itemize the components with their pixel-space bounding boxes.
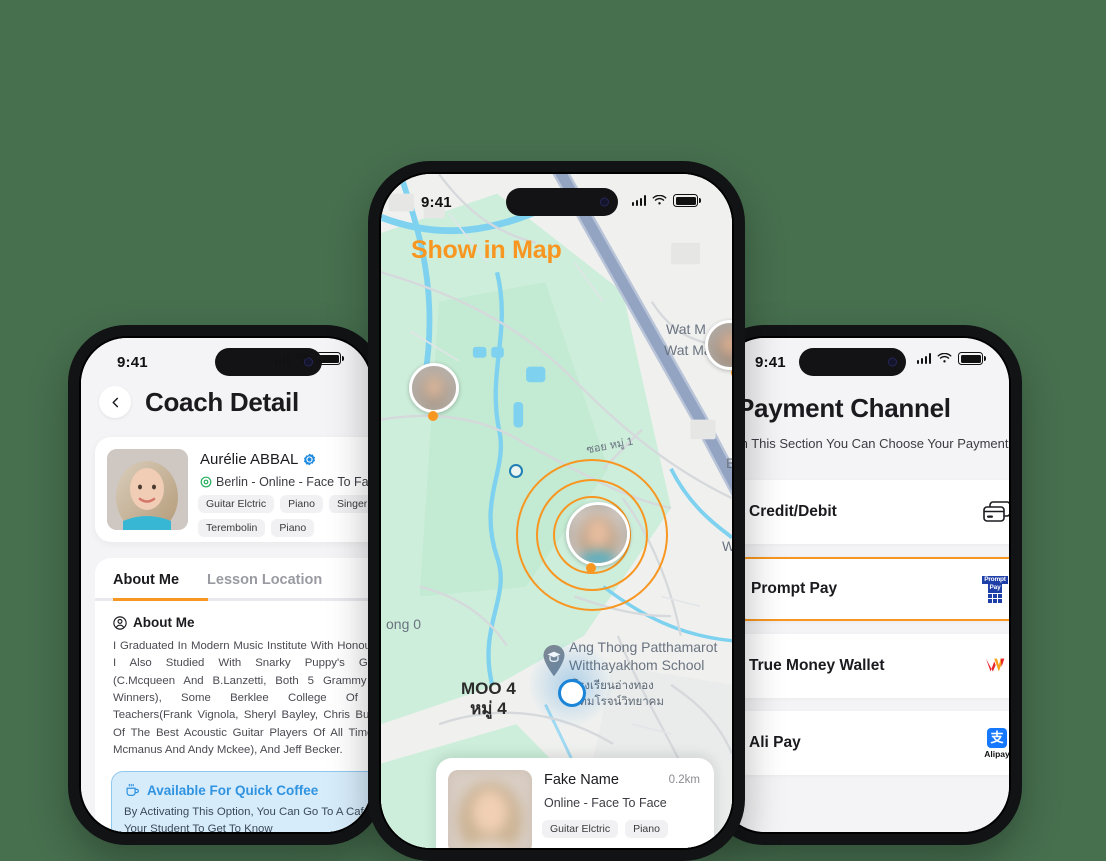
quick-coffee-heading-row: Available For Quick Coffee [124,782,371,798]
show-in-map-title: Show in Map [411,236,562,264]
payment-option-label: Ali Pay [749,734,801,751]
coach-detail-screen: 9:41 Coach Detail Aurélie ABBAL Berlin -… [81,338,371,832]
map-label-ba: Ba [726,455,732,471]
payment-option-label: Credit/Debit [749,503,837,520]
coach-skill-chips: Guitar Elctric Piano Singer Piano Terembolin… [198,495,371,537]
page-subtitle: In This Section You Can Choose Your Paym… [737,436,1009,451]
skill-chip: Singer [328,495,371,513]
map-result-name: Fake Name [544,772,619,788]
selected-coach-map-avatar[interactable] [566,502,630,566]
selected-coach-map-dot [586,563,596,573]
skill-chip: Terembolin [198,519,266,537]
map-result-avatar [448,770,532,848]
map-result-card[interactable]: Fake Name 0.2km Online - Face To Face Gu… [436,758,714,848]
status-bar-time: 9:41 [421,194,452,211]
truemoney-logo-icon [977,649,1009,683]
quick-coffee-banner[interactable]: Available For Quick Coffee By Activating… [111,771,371,832]
dynamic-island [799,348,906,376]
payment-method-list: Credit/Debit Prompt Pay Prompt Pay True … [733,480,1009,788]
coach-summary-card[interactable]: Aurélie ABBAL Berlin - Online - Face To … [95,437,371,542]
left-phone-mockup: 9:41 Coach Detail Aurélie ABBAL Berlin -… [68,325,384,845]
cellular-signal-icon [274,353,289,364]
map-result-subtitle: Online - Face To Face [544,796,667,810]
alipay-logo-icon: 支 Alipay [977,726,1009,760]
cellular-signal-icon [916,353,931,364]
status-bar-icons [916,352,986,365]
map-result-chips: Guitar Elctric Piano [542,820,668,838]
payment-channel-screen: 9:41 Payment Channel In This Section You… [719,338,1009,832]
wifi-icon [295,353,310,363]
coach-map-dot-left [428,411,438,421]
battery-icon [958,352,986,365]
skill-chip: Piano [280,495,323,513]
quick-coffee-text: By Activating This Option, You Can Go To… [124,806,371,832]
verified-badge-icon [304,453,316,466]
coach-map-avatar-left[interactable] [409,363,459,413]
alipay-wordmark: Alipay [984,748,1009,759]
map-label-moo-4: MOO 4 หมู่ 4 [461,679,516,718]
coach-detail-header: Coach Detail [81,386,299,418]
coach-name: Aurélie ABBAL [200,451,299,468]
payment-option-prompt-pay[interactable]: Prompt Pay Prompt Pay [733,557,1009,621]
payment-option-label: True Money Wallet [749,657,885,674]
about-me-text: I Graduated In Modern Music Institute Wi… [113,640,371,756]
back-button[interactable] [99,386,131,418]
coach-avatar [107,449,188,530]
moo-latin: MOO 4 [461,679,516,698]
user-location-marker[interactable] [558,679,586,707]
quick-coffee-title: Available For Quick Coffee [147,782,319,798]
about-me-heading: About Me [133,615,195,630]
map-label-wat-m: Wat M [666,321,706,337]
cellular-signal-icon [631,195,646,206]
coach-location-row: Berlin - Online - Face To Face [200,475,371,489]
page-title: Payment Channel [737,393,951,423]
status-bar-time: 9:41 [117,354,148,371]
status-bar-icons [274,352,344,365]
map-label-ong-0: ong 0 [386,616,422,632]
map-result-distance: 0.2km [668,774,700,786]
center-phone-mockup: 9:41 Show in Map Wat M Wat Mauu ซอย หมู่… [368,161,745,861]
payment-option-label: Prompt Pay [751,580,838,597]
moo-thai: หมู่ 4 [470,698,507,718]
status-bar-icons [631,194,701,207]
tab-bar: About Me Lesson Location [95,558,371,598]
coach-detail-tabs-card: About Me Lesson Location About Me I Grad… [95,558,371,832]
skill-chip: Piano [271,519,315,537]
map-label-wa: Wa [722,538,732,554]
composition-stage: 9:41 Coach Detail Aurélie ABBAL Berlin -… [0,0,1106,861]
tab-lesson-location[interactable]: Lesson Location [207,572,322,598]
tab-about-me[interactable]: About Me [113,572,179,598]
coach-map-avatar-right[interactable] [705,320,732,370]
map-waypoint-icon [509,464,523,478]
payment-option-true-money-wallet[interactable]: True Money Wallet [733,634,1009,698]
right-phone-bezel: 9:41 Payment Channel In This Section You… [717,336,1011,834]
person-circle-icon [113,615,127,630]
payment-option-credit-debit[interactable]: Credit/Debit [733,480,1009,544]
alipay-glyph: 支 [986,727,1007,748]
credit-card-icon [977,495,1009,529]
skill-chip: Piano [625,820,668,838]
about-me-heading-row: About Me [95,601,371,630]
battery-icon [316,352,344,365]
coach-name-row: Aurélie ABBAL [200,451,316,468]
dynamic-island [506,188,618,216]
map-screen: 9:41 Show in Map Wat M Wat Mauu ซอย หมู่… [381,174,732,848]
wifi-icon [652,195,667,205]
skill-chip: Guitar Elctric [198,495,275,513]
skill-chip: Guitar Elctric [542,820,619,838]
coffee-cup-icon [126,784,139,797]
page-title: Coach Detail [145,386,299,417]
center-phone-bezel: 9:41 Show in Map Wat M Wat Mauu ซอย หมู่… [379,172,734,850]
location-pin-icon [200,476,212,488]
left-phone-bezel: 9:41 Coach Detail Aurélie ABBAL Berlin -… [79,336,373,834]
battery-icon [673,194,701,207]
payment-option-ali-pay[interactable]: Ali Pay 支 Alipay [733,711,1009,775]
wifi-icon [937,353,952,363]
status-bar-time: 9:41 [755,354,786,371]
right-phone-mockup: 9:41 Payment Channel In This Section You… [706,325,1022,845]
promptpay-logo-icon: Prompt Pay [975,572,1009,606]
chevron-left-icon [111,397,118,407]
coach-location: Berlin - Online - Face To Face [216,475,371,489]
